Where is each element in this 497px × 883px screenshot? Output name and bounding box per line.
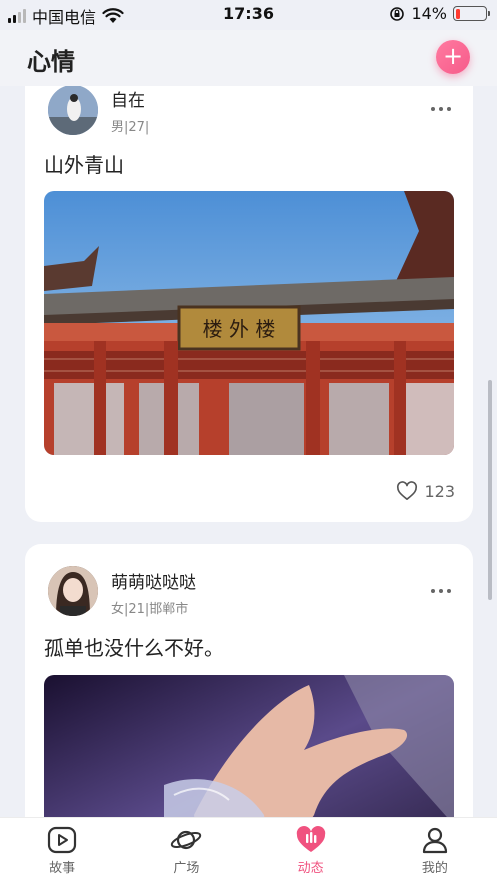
planet-icon [171, 830, 202, 850]
heart-icon[interactable] [396, 481, 418, 501]
like-count: 123 [424, 481, 455, 501]
more-button[interactable] [431, 589, 451, 593]
tab-label: 我的 [421, 861, 448, 876]
status-right: 14% [389, 4, 490, 23]
user-meta: 女|21|邯郸市 [111, 602, 189, 617]
user-meta: 男|27| [111, 120, 150, 135]
post-card[interactable]: 自在 男|27| 山外青山 楼 外 楼 123 [25, 86, 473, 522]
username[interactable]: 自在 [111, 86, 145, 111]
post-card[interactable]: 萌萌哒哒哒 女|21|邯郸市 孤单也没什么不好。 [25, 544, 473, 817]
avatar-image [48, 566, 98, 616]
rotation-lock-icon [390, 6, 405, 21]
dynamic-icon [296, 826, 325, 852]
status-bar: 中国电信 17:36 14% [0, 0, 497, 30]
svg-text:楼 外 楼: 楼 外 楼 [203, 317, 276, 341]
post-image[interactable] [44, 675, 454, 817]
post-text: 孤单也没什么不好。 [44, 636, 224, 660]
add-post-button[interactable]: + [436, 40, 470, 74]
tab-square[interactable]: 广场 [124, 818, 248, 883]
battery-icon [453, 6, 490, 21]
battery-fill [455, 8, 460, 19]
page-title: 心情 [27, 48, 75, 76]
post-text: 山外青山 [44, 153, 124, 177]
tab-label: 故事 [49, 861, 76, 876]
more-button[interactable] [431, 107, 451, 111]
feed[interactable]: 自在 男|27| 山外青山 楼 外 楼 123 萌萌哒哒哒 女|21|邯郸市 孤… [0, 86, 497, 817]
avatar-image [48, 86, 98, 135]
avatar[interactable] [48, 566, 98, 616]
battery-percent: 14% [411, 4, 447, 23]
avatar[interactable] [48, 86, 98, 135]
tab-mine[interactable]: 我的 [373, 818, 497, 883]
scrollbar[interactable] [488, 380, 492, 600]
play-icon [48, 826, 77, 854]
user-icon [422, 827, 447, 854]
header: 心情 + [0, 30, 497, 86]
tab-bar: 故事 广场 动态 我的 [0, 817, 497, 883]
username[interactable]: 萌萌哒哒哒 [111, 568, 196, 593]
tab-label: 广场 [173, 861, 200, 876]
hand-photo [44, 675, 454, 817]
tab-dynamic[interactable]: 动态 [249, 818, 373, 883]
tab-story[interactable]: 故事 [0, 818, 124, 883]
post-image[interactable]: 楼 外 楼 [44, 191, 454, 455]
like-row[interactable]: 123 [396, 481, 455, 501]
tab-label: 动态 [297, 861, 324, 876]
building-photo: 楼 外 楼 [44, 191, 454, 455]
